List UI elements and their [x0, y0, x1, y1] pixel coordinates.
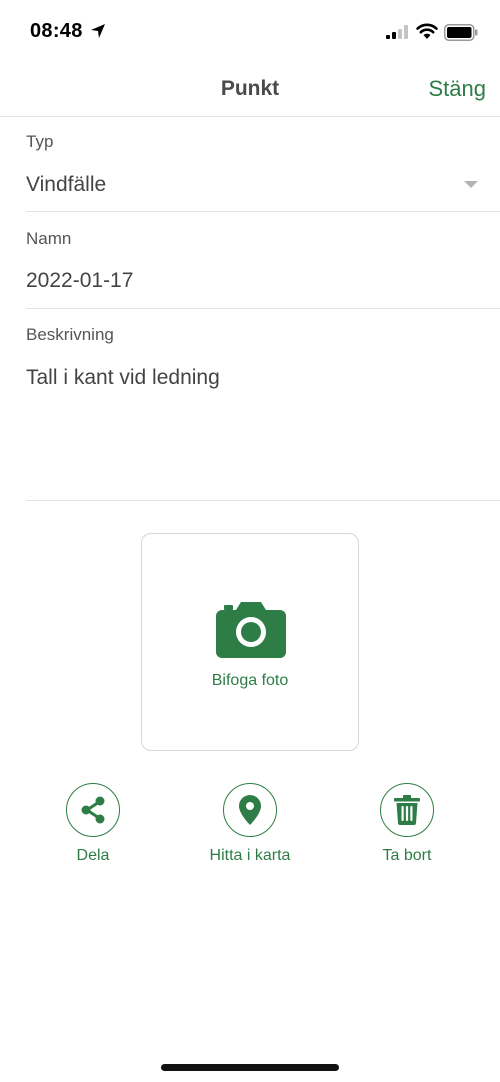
share-icon: [81, 796, 105, 824]
name-label: Namn: [26, 229, 72, 248]
battery-icon: [444, 24, 478, 41]
description-label: Beskrivning: [26, 325, 114, 344]
camera-icon: [216, 602, 286, 658]
page-title: Punkt: [220, 77, 280, 100]
type-value: Vindfälle: [26, 173, 107, 196]
home-indicator[interactable]: [161, 1064, 339, 1071]
name-value: 2022-01-17: [26, 269, 134, 292]
share-circle: [66, 783, 120, 837]
wifi-icon: [416, 23, 438, 39]
delete-label: Ta bort: [382, 847, 432, 864]
location-arrow-icon: [91, 24, 105, 38]
navigation-bar: Punkt Stäng: [0, 60, 500, 117]
description-value: Tall i kant vid ledning: [26, 366, 220, 389]
cellular-signal-icon: [386, 25, 408, 39]
attach-photo-button[interactable]: Bifoga foto: [141, 533, 359, 751]
type-select[interactable]: Typ Vindfälle: [26, 117, 500, 212]
find-on-map-button[interactable]: Hitta i karta: [190, 783, 310, 873]
description-field[interactable]: Beskrivning Tall i kant vid ledning: [26, 309, 500, 501]
find-on-map-label: Hitta i karta: [209, 847, 291, 864]
attach-photo-label: Bifoga foto: [211, 672, 289, 689]
status-bar: 08:48: [0, 0, 500, 60]
map-pin-icon: [239, 795, 261, 825]
name-field[interactable]: Namn 2022-01-17: [26, 212, 500, 309]
share-button[interactable]: Dela: [33, 783, 153, 873]
trash-icon: [394, 795, 420, 825]
delete-button[interactable]: Ta bort: [347, 783, 467, 873]
status-time: 08:48: [30, 20, 83, 42]
dropdown-arrow-icon: [464, 181, 478, 188]
close-button[interactable]: Stäng: [429, 76, 487, 102]
type-label: Typ: [26, 132, 54, 151]
find-on-map-circle: [223, 783, 277, 837]
share-label: Dela: [76, 847, 110, 864]
delete-circle: [380, 783, 434, 837]
